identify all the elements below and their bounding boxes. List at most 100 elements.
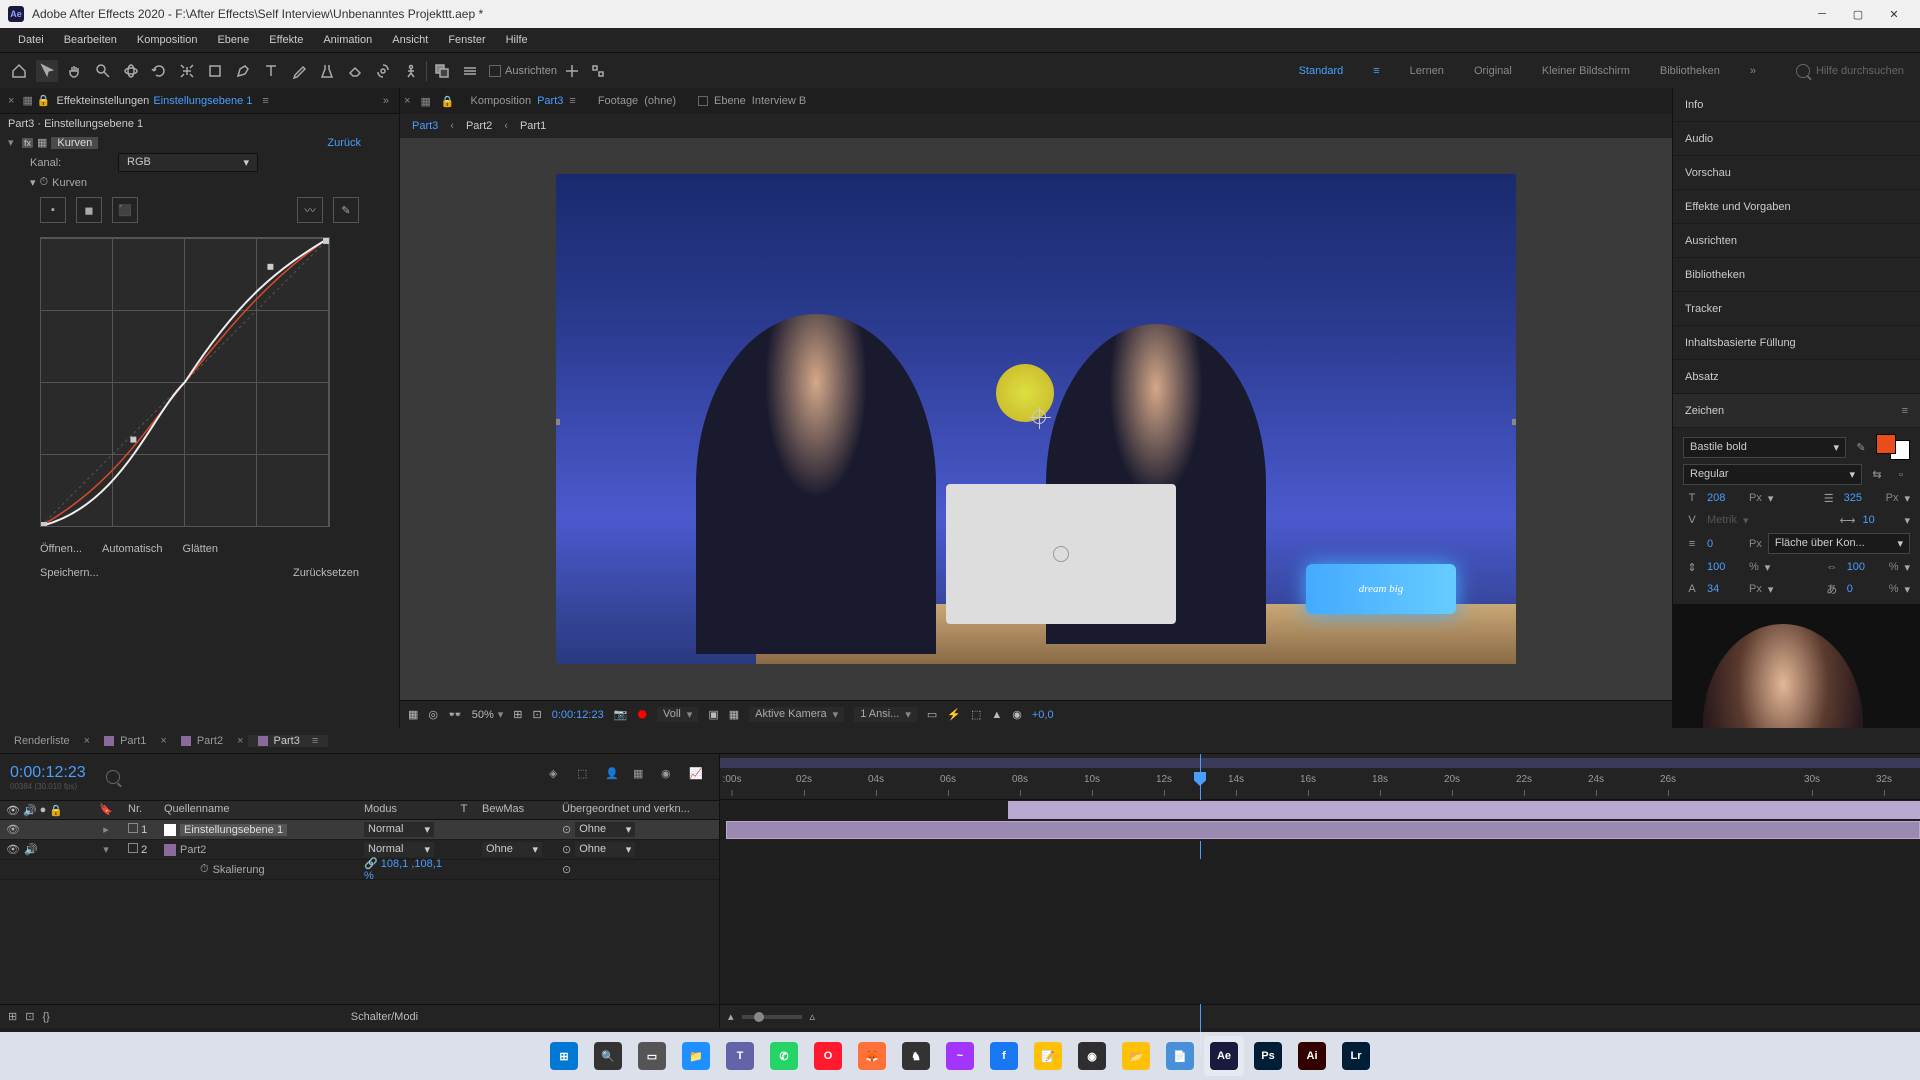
comp-viewer[interactable]: dream big	[400, 138, 1672, 700]
tl-tab-part3[interactable]: Part3≡	[248, 735, 329, 747]
content-fill-panel[interactable]: Inhaltsbasierte Füllung	[1673, 326, 1920, 360]
info-panel[interactable]: Info	[1673, 88, 1920, 122]
menu-ebene[interactable]: Ebene	[207, 34, 259, 46]
hand-tool[interactable]	[64, 60, 86, 82]
layer-eye-icon[interactable]: 👁	[6, 823, 20, 836]
layer-tab[interactable]: Ebene Interview B	[692, 95, 812, 107]
taskbar-lr[interactable]: Lr	[1336, 1036, 1376, 1076]
audio-panel[interactable]: Audio	[1673, 122, 1920, 156]
comp-canvas[interactable]: dream big	[556, 174, 1516, 664]
workspace-lernen[interactable]: Lernen	[1410, 65, 1444, 77]
layer-parent-1[interactable]: Ohne▾	[575, 822, 635, 837]
leading-value[interactable]: 325	[1844, 492, 1880, 504]
zoom-level[interactable]: 50% ▾	[472, 708, 504, 721]
text-tool[interactable]	[260, 60, 282, 82]
workspace-kleiner[interactable]: Kleiner Bildschirm	[1542, 65, 1630, 77]
curve-size-med[interactable]: ◼	[76, 197, 102, 223]
close-button[interactable]: ✕	[1876, 0, 1912, 28]
character-panel-header[interactable]: Zeichen ≡	[1673, 394, 1920, 428]
comp-tab-close[interactable]: ×	[404, 95, 410, 107]
taskbar-notes[interactable]: 📝	[1028, 1036, 1068, 1076]
taskbar-taskview[interactable]: ▭	[632, 1036, 672, 1076]
brush-tool[interactable]	[288, 60, 310, 82]
workspace-original[interactable]: Original	[1474, 65, 1512, 77]
curve-save-button[interactable]: Speichern...	[40, 567, 99, 579]
bezier-tool[interactable]: 〰	[297, 197, 323, 223]
timeline-timecode[interactable]: 0:00:12:23	[10, 764, 86, 782]
layer-eye-icon[interactable]: 👁	[6, 843, 20, 856]
fill-over-stroke-select[interactable]: Fläche über Kon...▾	[1768, 533, 1910, 554]
roi-icon[interactable]: ▣	[708, 708, 718, 721]
taskbar-whatsapp[interactable]: ✆	[764, 1036, 804, 1076]
home-tool[interactable]	[8, 60, 30, 82]
footage-tab[interactable]: Footage (ohne)	[592, 95, 682, 107]
effect-enable-icon[interactable]: ▦	[37, 136, 47, 149]
comp-flowchart-icon[interactable]: ◈	[549, 767, 569, 787]
crumb-part3[interactable]: Part3	[412, 120, 438, 132]
layer-handle-right[interactable]	[1512, 419, 1516, 425]
taskbar-opera[interactable]: O	[808, 1036, 848, 1076]
tab-close[interactable]: ×	[4, 95, 18, 107]
maximize-button[interactable]: ▢	[1840, 0, 1876, 28]
zoom-out-icon[interactable]: ▴	[728, 1010, 734, 1023]
pixel-aspect-icon[interactable]: ▭	[927, 708, 937, 721]
stroke-width-value[interactable]: 0	[1707, 538, 1743, 550]
timeline-tracks[interactable]: :00s 02s 04s 06s 08s 10s 12s 14s 16s 18s…	[720, 754, 1920, 1028]
tl-tab-close1[interactable]: ×	[84, 735, 90, 747]
taskbar-notepad[interactable]: 📄	[1160, 1036, 1200, 1076]
stopwatch-icon[interactable]: ⏱	[40, 176, 49, 189]
tracking-value[interactable]: 10	[1862, 514, 1898, 526]
pen-tool[interactable]	[232, 60, 254, 82]
taskbar-obs[interactable]: ◉	[1072, 1036, 1112, 1076]
curves-caret[interactable]: ▾	[30, 176, 36, 189]
curve-reset-button[interactable]: Zurücksetzen	[293, 567, 359, 579]
toggle-switches-icon[interactable]: ⊞	[8, 1010, 17, 1023]
work-area-bar[interactable]	[720, 758, 1920, 768]
zoom-tool[interactable]	[92, 60, 114, 82]
layer-mode-1[interactable]: Normal▾	[364, 822, 434, 837]
layer-expand-caret[interactable]: ▾	[103, 844, 109, 856]
lock-icon[interactable]: 🔒	[37, 94, 51, 107]
fill-swatch[interactable]	[431, 60, 453, 82]
zoom-in-icon[interactable]: ▵	[810, 1010, 816, 1023]
reset-link[interactable]: Zurück	[297, 137, 391, 149]
comp-lock-icon[interactable]: 🔒	[441, 95, 455, 108]
taskbar-search[interactable]: 🔍	[588, 1036, 628, 1076]
time-ruler[interactable]: :00s 02s 04s 06s 08s 10s 12s 14s 16s 18s…	[720, 754, 1920, 800]
pickwhip-icon[interactable]: ⊙	[562, 863, 571, 876]
snapshot-icon[interactable]: 📷	[614, 708, 628, 721]
menu-bearbeiten[interactable]: Bearbeiten	[54, 34, 127, 46]
layer-parent-2[interactable]: Ohne▾	[575, 842, 635, 857]
taskbar-facebook[interactable]: f	[984, 1036, 1024, 1076]
clone-tool[interactable]	[316, 60, 338, 82]
curve-auto-button[interactable]: Automatisch	[102, 543, 163, 555]
menu-datei[interactable]: Datei	[8, 34, 54, 46]
draft3d-icon[interactable]: ⬚	[577, 767, 597, 787]
rotate-tool[interactable]	[148, 60, 170, 82]
pickwhip-icon[interactable]: ⊙	[562, 843, 571, 856]
layer-name-2[interactable]: Part2	[180, 844, 206, 856]
timeline-search[interactable]	[106, 770, 120, 784]
timeline-zoom-slider[interactable]	[742, 1015, 802, 1019]
scale-link-icon[interactable]: 🔗	[364, 858, 378, 870]
camera-select[interactable]: Aktive Kamera▾	[749, 707, 844, 722]
kerning-value[interactable]: Metrik	[1707, 514, 1737, 526]
scale-stopwatch-icon[interactable]: ⏱	[200, 863, 209, 876]
shy-icon[interactable]: 👤	[605, 767, 625, 787]
layer-trackmatte-2[interactable]: Ohne▾	[482, 842, 542, 857]
panel-menu-icon[interactable]: ▦	[18, 94, 36, 107]
effect-controls-tab[interactable]: Effekteinstellungen Einstellungsebene 1	[51, 95, 259, 107]
crumb-part1[interactable]: Part1	[520, 120, 546, 132]
taskbar-messenger[interactable]: ~	[940, 1036, 980, 1076]
layer-handle-left[interactable]	[556, 419, 560, 425]
fx-badge[interactable]: fx	[22, 138, 33, 148]
menu-animation[interactable]: Animation	[313, 34, 382, 46]
tl-tab-renderliste[interactable]: Renderliste	[4, 735, 80, 747]
workspace-standard[interactable]: Standard	[1299, 65, 1344, 77]
layer-bar-1[interactable]	[1008, 801, 1920, 819]
effect-name[interactable]: Kurven	[51, 137, 98, 149]
layer-bar-2[interactable]	[726, 821, 1920, 839]
taskbar-firefox[interactable]: 🦊	[852, 1036, 892, 1076]
tsume-value[interactable]: 0	[1847, 583, 1883, 595]
pickwhip-icon[interactable]: ⊙	[562, 823, 571, 836]
